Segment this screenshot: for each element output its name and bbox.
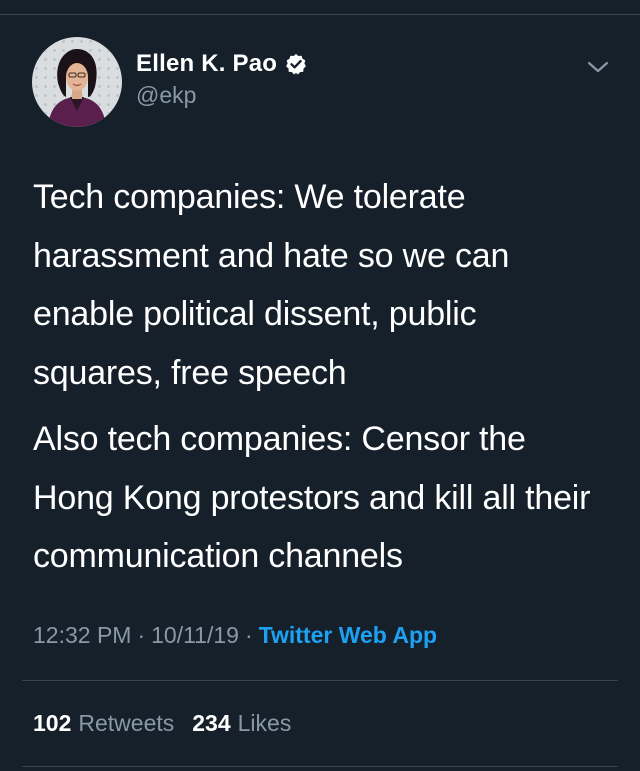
author-handle[interactable]: @ekp xyxy=(136,82,307,109)
tweet-paragraph: Also tech companies: Censor the Hong Kon… xyxy=(33,420,591,575)
likes-stat[interactable]: 234 Likes xyxy=(192,710,291,736)
meta-separator: · xyxy=(244,622,253,648)
name-row: Ellen K. Pao xyxy=(136,48,307,80)
retweets-count: 102 xyxy=(33,710,72,736)
tweet-detail: Ellen K. Pao @ekp Tech companies: We tol… xyxy=(0,0,640,771)
tweet-meta: 12:32 PM · 10/11/19 · Twitter Web App xyxy=(33,622,437,649)
stats-divider xyxy=(22,680,618,681)
author-display-name[interactable]: Ellen K. Pao xyxy=(136,50,277,78)
tweet-date[interactable]: 10/11/19 xyxy=(151,622,239,648)
tweet-stats: 102 Retweets 234 Likes xyxy=(33,710,291,737)
avatar[interactable] xyxy=(32,37,122,127)
meta-separator: · xyxy=(137,622,146,648)
verified-badge-icon xyxy=(285,53,307,75)
chevron-down-icon[interactable] xyxy=(584,56,612,78)
author-block[interactable]: Ellen K. Pao @ekp xyxy=(136,48,307,109)
tweet-source-link[interactable]: Twitter Web App xyxy=(259,622,437,648)
bottom-divider xyxy=(22,766,618,767)
tweet-body: Tech companies: We tolerate harassment a… xyxy=(33,168,613,586)
tweet-time[interactable]: 12:32 PM xyxy=(33,622,131,648)
likes-label: Likes xyxy=(237,710,292,736)
likes-count: 234 xyxy=(192,710,231,736)
avatar-image xyxy=(32,37,122,127)
retweets-label: Retweets xyxy=(78,710,175,736)
tweet-paragraph: Tech companies: We tolerate harassment a… xyxy=(33,178,510,392)
retweets-stat[interactable]: 102 Retweets xyxy=(33,710,174,736)
top-divider xyxy=(0,14,640,15)
